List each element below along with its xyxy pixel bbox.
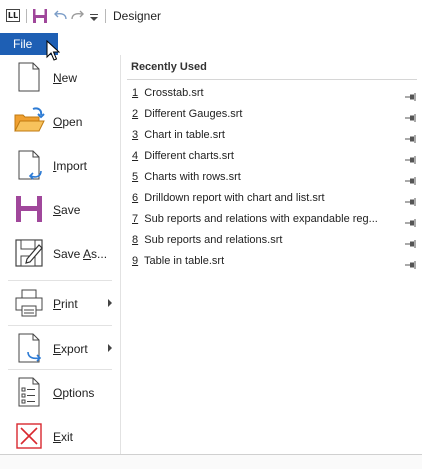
pin-icon[interactable] <box>405 90 416 101</box>
status-bar <box>0 455 422 469</box>
recent-item-number: 1 <box>132 87 139 99</box>
open-folder-icon <box>13 105 45 137</box>
window-title: Designer <box>113 9 162 23</box>
recent-item-number: 2 <box>132 108 139 120</box>
recent-files-panel: Recently Used 1 Crosstab.srt 2 Different… <box>121 55 420 454</box>
nav-export[interactable]: Export <box>0 326 117 370</box>
nav-label-print: Print <box>53 297 78 311</box>
print-icon <box>13 287 45 319</box>
recent-item-name: Charts with rows.srt <box>144 171 241 183</box>
pin-icon[interactable] <box>405 258 416 269</box>
pin-icon[interactable] <box>405 132 416 143</box>
nav-import[interactable]: Import <box>0 143 117 187</box>
pin-icon[interactable] <box>405 195 416 206</box>
exit-icon <box>13 420 45 452</box>
nav-label-export: Export <box>53 342 88 356</box>
nav-label-import: Import <box>53 159 88 173</box>
submenu-arrow-icon <box>108 299 112 307</box>
recent-item-name: Drilldown report with chart and list.srt <box>144 192 325 204</box>
nav-save[interactable]: Save <box>0 187 117 231</box>
recent-item-number: 8 <box>132 234 139 246</box>
ribbon-bar <box>0 33 422 55</box>
undo-icon[interactable] <box>52 8 68 24</box>
recent-item-name: Different charts.srt <box>144 150 234 162</box>
recent-item-number: 4 <box>132 150 139 162</box>
recent-divider <box>127 79 417 80</box>
redo-icon[interactable] <box>70 8 86 24</box>
recent-item-name: Sub reports and relations.srt <box>144 234 283 246</box>
save-as-icon <box>13 237 45 269</box>
recent-heading: Recently Used <box>131 61 207 73</box>
toolbar-separator <box>26 9 27 23</box>
recent-item-number: 9 <box>132 255 139 267</box>
submenu-arrow-icon <box>108 344 112 352</box>
save-icon <box>13 193 45 225</box>
nav-save-as[interactable]: Save As... <box>0 231 117 275</box>
nav-label-new: New <box>53 71 78 85</box>
nav-print[interactable]: Print <box>0 281 117 325</box>
recent-item-number: 3 <box>132 129 139 141</box>
recent-item[interactable]: 1 Crosstab.srt <box>121 84 420 105</box>
pin-icon[interactable] <box>405 237 416 248</box>
mouse-cursor-icon <box>46 39 61 62</box>
recent-item[interactable]: 6 Drilldown report with chart and list.s… <box>121 189 420 210</box>
export-icon <box>13 332 45 364</box>
recent-item[interactable]: 3 Chart in table.srt <box>121 126 420 147</box>
customize-quick-access-icon[interactable] <box>88 8 100 24</box>
nav-options[interactable]: Options <box>0 370 117 414</box>
recent-item-name: Chart in table.srt <box>144 129 225 141</box>
recent-item-number: 6 <box>132 192 139 204</box>
toolbar-separator <box>105 9 106 23</box>
recent-item[interactable]: 7 Sub reports and relations with expanda… <box>121 210 420 231</box>
recent-item[interactable]: 2 Different Gauges.srt <box>121 105 420 126</box>
recent-item[interactable]: 8 Sub reports and relations.srt <box>121 231 420 252</box>
nav-open[interactable]: Open <box>0 99 117 143</box>
recent-item-name: Table in table.srt <box>144 255 225 267</box>
quick-save-icon[interactable] <box>32 8 48 24</box>
recent-item-number: 7 <box>132 213 139 225</box>
nav-label-save: Save <box>53 203 81 217</box>
recent-item[interactable]: 9 Table in table.srt <box>121 252 420 273</box>
recent-item-number: 5 <box>132 171 139 183</box>
recent-item-name: Different Gauges.srt <box>144 108 243 120</box>
nav-label-open: Open <box>53 115 83 129</box>
new-document-icon <box>13 61 45 93</box>
app-icon[interactable]: LL <box>6 9 20 22</box>
nav-label-exit: Exit <box>53 430 74 444</box>
pin-icon[interactable] <box>405 153 416 164</box>
recent-item-name: Sub reports and relations with expandabl… <box>144 213 378 225</box>
nav-exit[interactable]: Exit <box>0 414 117 458</box>
options-icon <box>13 376 45 408</box>
recent-item[interactable]: 4 Different charts.srt <box>121 147 420 168</box>
nav-label-options: Options <box>53 386 95 400</box>
nav-label-save-as: Save As... <box>53 247 108 261</box>
import-icon <box>13 149 45 181</box>
pin-icon[interactable] <box>405 174 416 185</box>
recent-item[interactable]: 5 Charts with rows.srt <box>121 168 420 189</box>
pin-icon[interactable] <box>405 111 416 122</box>
recent-item-name: Crosstab.srt <box>144 87 204 99</box>
pin-icon[interactable] <box>405 216 416 227</box>
